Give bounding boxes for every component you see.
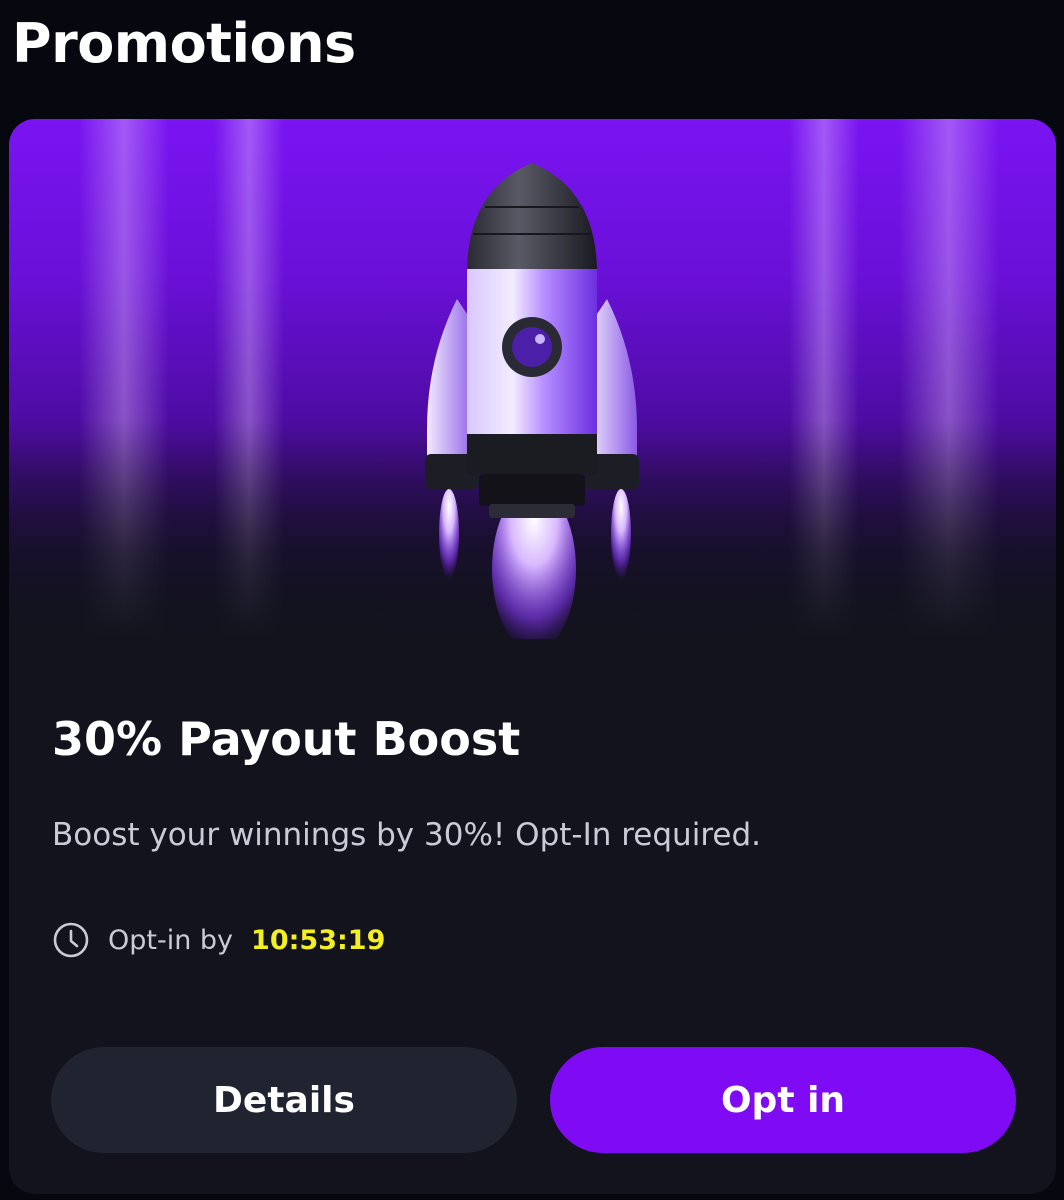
countdown-timer: 10:53:19 [251, 924, 386, 956]
promo-card[interactable]: 30% Payout Boost Boost your winnings by … [9, 119, 1056, 1194]
promo-title: 30% Payout Boost [52, 712, 521, 766]
promo-banner [9, 119, 1056, 639]
rocket-illustration [425, 163, 639, 639]
clock-icon [53, 922, 89, 958]
promo-description: Boost your winnings by 30%! Opt-In requi… [52, 817, 761, 853]
deadline-label: Opt-in by [108, 924, 234, 956]
opt-in-button[interactable]: Opt in [550, 1047, 1016, 1153]
details-button[interactable]: Details [51, 1047, 517, 1153]
promotions-page: Promotions 30% Payout Boost Boost your w… [0, 0, 1064, 1200]
opt-in-deadline: Opt-in by 10:53:19 [52, 919, 385, 961]
page-title: Promotions [12, 12, 356, 75]
